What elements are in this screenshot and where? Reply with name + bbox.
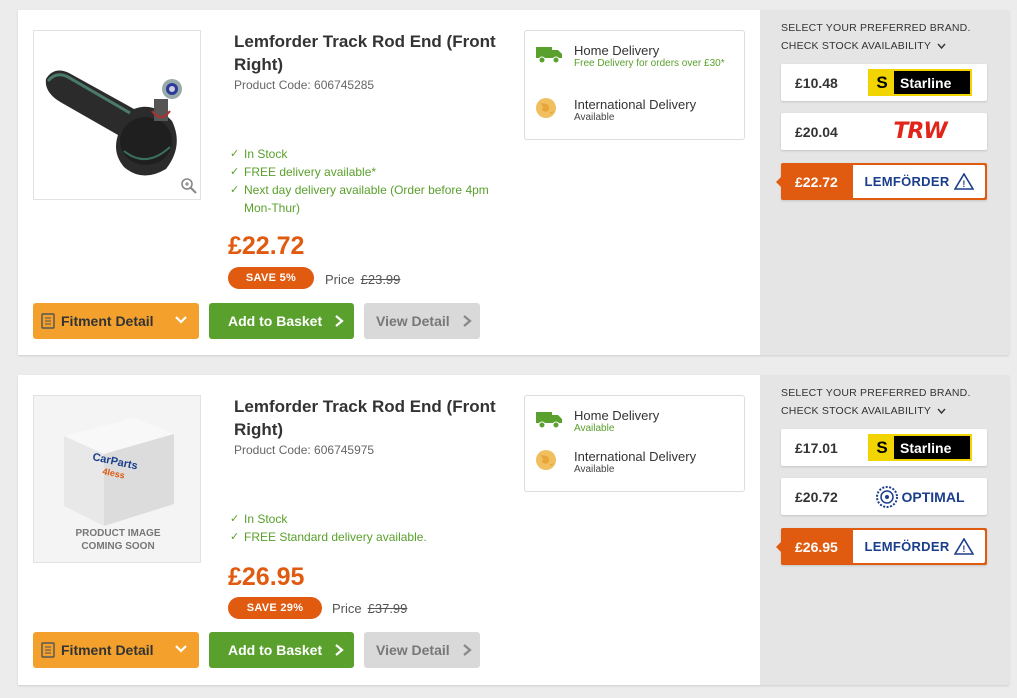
track-rod-end-image (45, 70, 182, 176)
document-icon (41, 642, 55, 658)
check-icon: ✓ (230, 513, 240, 525)
product-code: Product Code: 606745975 (234, 443, 375, 457)
image-coming-soon-line1: PRODUCT IMAGE (76, 528, 161, 539)
list-item: ✓ Next day delivery available (Order befo… (230, 183, 489, 215)
chevron-right-icon (463, 644, 472, 656)
check-icon: ✓ (230, 166, 240, 178)
product-card: CarParts 4less PRODUCT IMAGE COMING SOON… (18, 375, 1009, 685)
lemforder-logo: LEMFÖRDER! (853, 165, 985, 198)
check-icon: ✓ (230, 531, 240, 543)
chevron-down-icon (175, 316, 187, 324)
brand-option-lemforder[interactable]: £22.72 LEMFÖRDER! (776, 163, 987, 200)
add-to-basket-button[interactable]: Add to Basket (209, 632, 354, 668)
lemforder-logo: LEMFÖRDER! (853, 530, 985, 563)
view-detail-button[interactable]: View Detail (364, 632, 480, 668)
delivery-info-box: Home Delivery Free Delivery for orders o… (524, 30, 745, 140)
optimal-logo: OPTIMAL (853, 478, 987, 515)
brand-option-starline[interactable]: £17.01 S Starline (781, 429, 987, 466)
list-item: ✓ In Stock (230, 512, 288, 526)
image-coming-soon-line2: COMING SOON (81, 541, 154, 552)
brand-option-starline[interactable]: £10.48 S Starline (781, 64, 987, 101)
globe-icon (536, 98, 556, 118)
chevron-down-icon (175, 645, 187, 653)
list-item: ✓ FREE Standard delivery available. (230, 530, 427, 544)
check-icon: ✓ (230, 184, 240, 196)
warning-triangle-icon: ! (953, 173, 974, 190)
brand-option-optimal[interactable]: £20.72 OPTIMAL (781, 478, 987, 515)
product-title[interactable]: Lemforder Track Rod End (Front Right) (234, 395, 524, 441)
document-icon (41, 313, 55, 329)
check-stock-toggle[interactable]: CHECK STOCK AVAILABILITY (781, 405, 946, 417)
fitment-detail-button[interactable]: Fitment Detail (33, 632, 199, 668)
globe-icon (536, 450, 556, 470)
warning-triangle-icon: ! (953, 538, 974, 555)
truck-icon (536, 47, 562, 64)
placeholder-box-image: CarParts 4less PRODUCT IMAGE COMING SOON (64, 418, 174, 552)
optimal-emblem-icon (875, 485, 898, 508)
chevron-right-icon (335, 315, 344, 327)
view-detail-button[interactable]: View Detail (364, 303, 480, 339)
stock-list: ✓ In Stock ✓ FREE delivery available* ✓ Nex… (230, 145, 514, 217)
add-to-basket-button[interactable]: Add to Basket (209, 303, 354, 339)
trw-logo: TRW (893, 119, 947, 144)
brand-panel-heading: SELECT YOUR PREFERRED BRAND. (781, 22, 971, 34)
save-badge: SAVE 5% (228, 267, 314, 289)
zoom-icon[interactable] (180, 177, 198, 195)
stock-list: ✓ In Stock ✓ FREE Standard delivery availa… (230, 510, 514, 546)
product-price: £22.72 (228, 232, 305, 260)
starline-logo: S Starline (853, 64, 987, 101)
svg-text:!: ! (962, 179, 965, 189)
product-title[interactable]: Lemforder Track Rod End (Front Right) (234, 30, 524, 76)
fitment-detail-button[interactable]: Fitment Detail (33, 303, 199, 339)
chevron-right-icon (335, 644, 344, 656)
product-image-placeholder[interactable]: CarParts 4less PRODUCT IMAGE COMING SOON (33, 395, 201, 563)
product-card: Lemforder Track Rod End (Front Right) Pr… (18, 10, 1009, 355)
brand-option-lemforder[interactable]: £26.95 LEMFÖRDER! (776, 528, 987, 565)
chevron-down-icon (937, 43, 946, 49)
brand-selector-panel: SELECT YOUR PREFERRED BRAND. CHECK STOCK… (760, 10, 1009, 355)
brand-panel-heading: SELECT YOUR PREFERRED BRAND. (781, 387, 971, 399)
product-price: £26.95 (228, 563, 305, 591)
starline-logo: S Starline (853, 429, 987, 466)
delivery-info-box: Home Delivery Available International De… (524, 395, 745, 492)
brand-selector-panel: SELECT YOUR PREFERRED BRAND. CHECK STOCK… (760, 375, 1009, 685)
brand-option-trw[interactable]: £20.04 TRW (781, 113, 987, 150)
truck-icon (536, 412, 562, 429)
check-icon: ✓ (230, 148, 240, 160)
chevron-right-icon (463, 315, 472, 327)
save-badge: SAVE 29% (228, 597, 322, 619)
check-stock-toggle[interactable]: CHECK STOCK AVAILABILITY (781, 40, 946, 52)
rrp-price: Price £37.99 (332, 601, 408, 616)
list-item: ✓ In Stock (230, 147, 288, 161)
chevron-down-icon (937, 408, 946, 414)
list-item: ✓ FREE delivery available* (230, 165, 377, 179)
svg-text:!: ! (962, 544, 965, 554)
product-image[interactable] (33, 30, 201, 200)
rrp-price: Price £23.99 (325, 272, 401, 287)
product-code: Product Code: 606745285 (234, 78, 375, 92)
